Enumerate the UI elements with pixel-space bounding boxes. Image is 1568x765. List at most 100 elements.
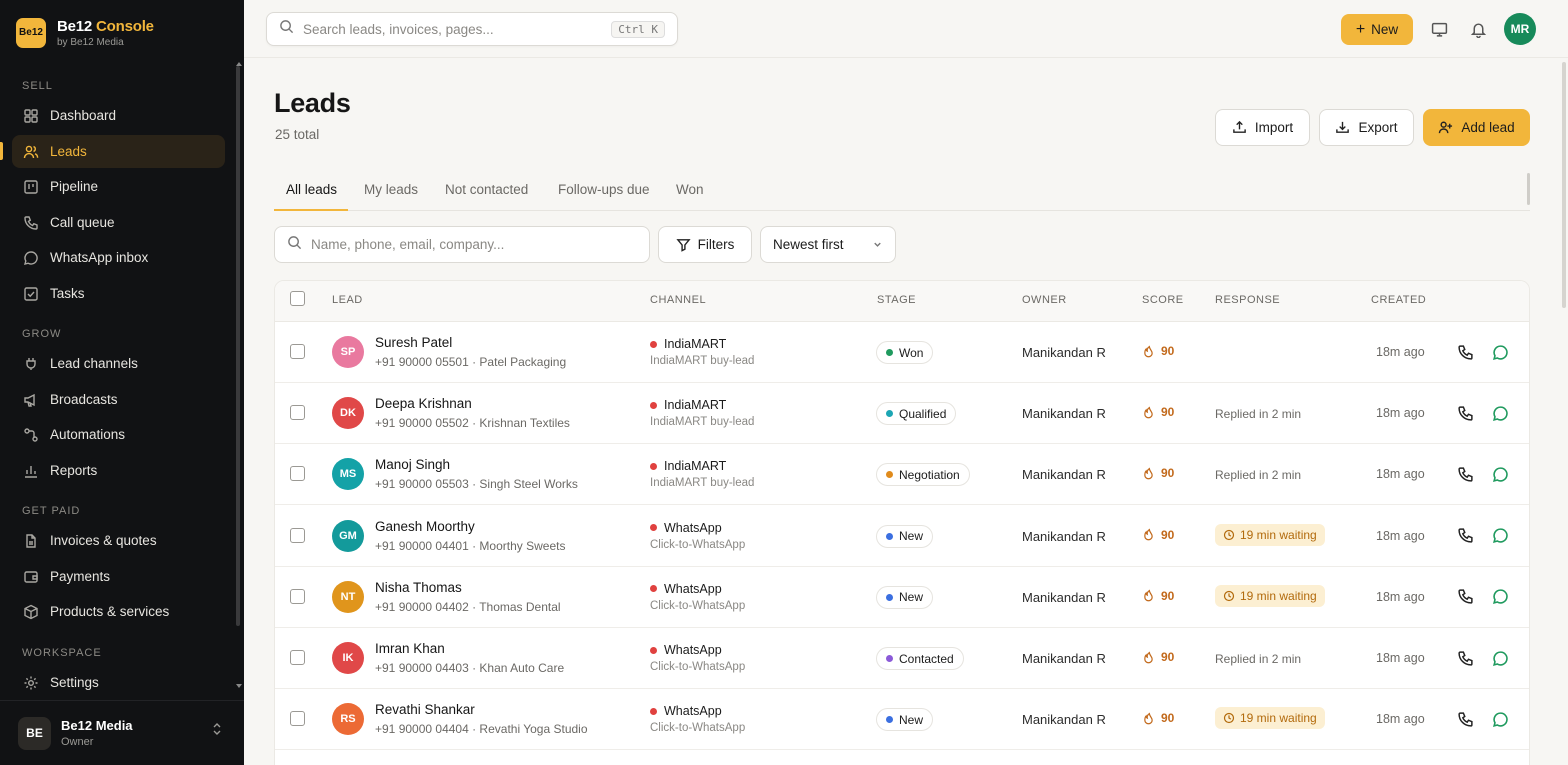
row-checkbox[interactable]: [290, 466, 305, 482]
header-owner[interactable]: OWNER: [1022, 294, 1067, 306]
lead-owner: Manikandan R: [1022, 467, 1106, 483]
sidebar-scrollbar[interactable]: [236, 66, 240, 626]
brand[interactable]: Be12 Be12 Console by Be12 Media: [16, 18, 154, 48]
tab-my-leads[interactable]: My leads: [364, 182, 418, 197]
stage-badge[interactable]: Contacted: [876, 647, 964, 670]
table-row[interactable]: GM Ganesh Moorthy +91 90000 04401 · Moorth…: [275, 506, 1529, 567]
lead-owner: Manikandan R: [1022, 406, 1106, 422]
stage-dot: [886, 593, 893, 601]
tab-all-leads[interactable]: All leads: [286, 182, 337, 197]
sidebar-item-leads[interactable]: Leads: [12, 135, 225, 168]
header-stage[interactable]: STAGE: [877, 294, 916, 306]
lead-name[interactable]: Nisha Thomas: [375, 580, 462, 595]
sidebar-scroll-down[interactable]: [236, 684, 242, 688]
stage-badge[interactable]: New: [876, 708, 934, 732]
filters-button[interactable]: Filters: [658, 226, 752, 263]
stage-badge[interactable]: Qualified: [876, 402, 957, 426]
header-channel[interactable]: CHANNEL: [650, 294, 706, 306]
import-button[interactable]: Import: [1215, 109, 1310, 146]
call-icon[interactable]: [1455, 709, 1475, 729]
checkbox-icon: [22, 285, 39, 302]
table-row[interactable]: RS Revathi Shankar +91 90000 04404 · Revat…: [275, 689, 1529, 751]
header-score[interactable]: SCORE: [1142, 294, 1184, 306]
sidebar-item-reports[interactable]: Reports: [12, 454, 225, 487]
sidebar-item-whatsapp-inbox[interactable]: WhatsApp inbox: [12, 241, 225, 274]
stage-badge[interactable]: Negotiation: [876, 463, 970, 487]
row-checkbox[interactable]: [290, 405, 305, 421]
page-scrollbar[interactable]: [1562, 62, 1566, 308]
whatsapp-icon[interactable]: [1490, 403, 1510, 423]
table-row[interactable]: NT Nisha Thomas +91 90000 04402 · Thomas D…: [275, 567, 1529, 628]
clock-icon: [1223, 712, 1235, 724]
sort-select[interactable]: Newest first: [760, 226, 896, 263]
new-button[interactable]: + New: [1341, 14, 1413, 45]
header-lead[interactable]: LEAD: [332, 294, 363, 306]
stage-badge[interactable]: Won: [876, 341, 934, 364]
export-button[interactable]: Export: [1319, 109, 1414, 146]
global-search[interactable]: Ctrl K: [266, 12, 678, 46]
call-icon[interactable]: [1455, 403, 1475, 423]
lead-name[interactable]: Imran Khan: [375, 641, 445, 656]
monitor-icon[interactable]: [1429, 19, 1449, 39]
lead-name[interactable]: Suresh Patel: [375, 335, 452, 350]
sidebar-item-tasks[interactable]: Tasks: [12, 277, 225, 310]
header-created[interactable]: CREATED: [1371, 294, 1426, 306]
whatsapp-icon[interactable]: [1490, 587, 1510, 607]
row-checkbox[interactable]: [290, 711, 305, 727]
table-row[interactable]: SP Suresh Patel +91 90000 05501 · Patel Pa…: [275, 322, 1529, 383]
sidebar-item-call-queue[interactable]: Call queue: [12, 206, 225, 239]
sidebar-item-payments[interactable]: Payments: [12, 560, 225, 593]
row-checkbox[interactable]: [290, 588, 305, 604]
whatsapp-icon[interactable]: [1490, 709, 1510, 729]
row-checkbox[interactable]: [290, 650, 305, 665]
call-icon[interactable]: [1455, 526, 1475, 546]
whatsapp-icon[interactable]: [1490, 464, 1510, 484]
sidebar-item-products[interactable]: Products & services: [12, 595, 225, 628]
user-avatar[interactable]: MR: [1504, 13, 1536, 45]
lead-score: 90: [1142, 466, 1174, 480]
add-lead-button[interactable]: Add lead: [1423, 109, 1530, 146]
response-status: Replied in 2 min: [1215, 652, 1302, 666]
sidebar-item-settings[interactable]: Settings: [12, 666, 225, 699]
row-checkbox[interactable]: [290, 527, 305, 543]
call-icon[interactable]: [1455, 648, 1475, 668]
header-response[interactable]: RESPONSE: [1215, 294, 1280, 306]
whatsapp-icon[interactable]: [1490, 526, 1510, 546]
bell-icon[interactable]: [1468, 19, 1488, 39]
table-row[interactable]: DK Deepa Krishnan +91 90000 05502 · Krishn…: [275, 383, 1529, 445]
flame-icon: [1142, 651, 1155, 664]
lead-name[interactable]: Deepa Krishnan: [375, 396, 472, 411]
lead-search-input[interactable]: [311, 237, 631, 252]
tabs-scrollbar[interactable]: [1527, 173, 1530, 205]
global-search-input[interactable]: [303, 21, 593, 37]
lead-name[interactable]: Revathi Shankar: [375, 702, 475, 717]
workspace-switcher[interactable]: BE Be12 Media Owner: [0, 700, 244, 765]
whatsapp-icon[interactable]: [1490, 342, 1510, 362]
workspace-name: Be12 Media: [61, 718, 133, 733]
call-icon[interactable]: [1455, 464, 1475, 484]
sidebar-item-dashboard[interactable]: Dashboard: [12, 99, 225, 132]
stage-badge[interactable]: New: [876, 585, 934, 609]
sidebar-item-invoices[interactable]: Invoices & quotes: [12, 524, 225, 557]
stage-badge[interactable]: New: [876, 524, 934, 548]
tab-not-contacted[interactable]: Not contacted: [445, 182, 528, 197]
call-icon[interactable]: [1455, 342, 1475, 362]
sidebar-item-broadcasts[interactable]: Broadcasts: [12, 383, 225, 416]
filter-icon: [676, 237, 691, 252]
whatsapp-icon[interactable]: [1490, 648, 1510, 668]
table-row[interactable]: IK Imran Khan +91 90000 04403 · Khan Auto …: [275, 628, 1529, 689]
tab-won[interactable]: Won: [676, 182, 704, 197]
lead-name[interactable]: Ganesh Moorthy: [375, 519, 475, 534]
call-icon[interactable]: [1455, 587, 1475, 607]
flame-icon: [1142, 712, 1155, 725]
row-checkbox[interactable]: [290, 344, 305, 359]
sidebar-item-pipeline[interactable]: Pipeline: [12, 170, 225, 203]
tab-follow-ups-due[interactable]: Follow-ups due: [558, 182, 650, 197]
lead-name[interactable]: Manoj Singh: [375, 457, 450, 472]
lead-search[interactable]: [274, 226, 650, 263]
sidebar-item-automations[interactable]: Automations: [12, 418, 225, 451]
sidebar-item-lead-channels[interactable]: Lead channels: [12, 347, 225, 380]
search-shortcut: Ctrl K: [611, 21, 665, 38]
table-row[interactable]: MS Manoj Singh +91 90000 05503 · Singh Ste…: [275, 444, 1529, 506]
select-all-checkbox[interactable]: [290, 291, 305, 306]
